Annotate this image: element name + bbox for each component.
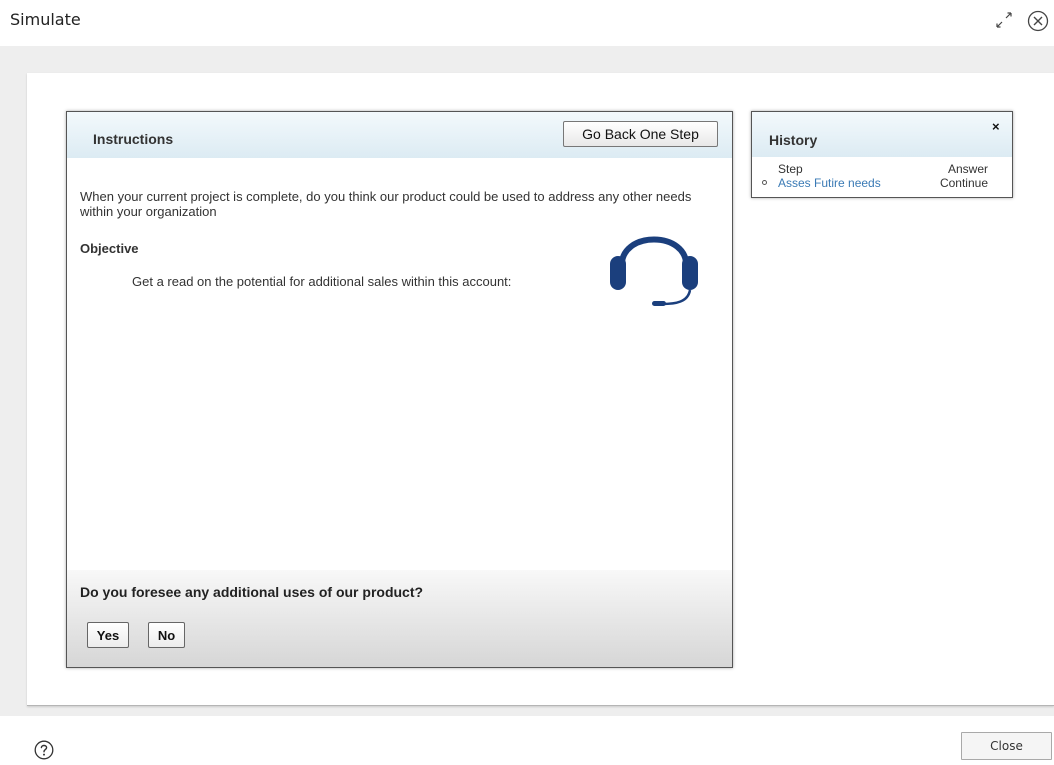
history-answer-value: Continue [939,176,988,190]
bullet-icon [762,180,767,185]
simulate-dialog: Simulate Instructions Go Back One Step W… [0,0,1054,765]
history-answer-header: Answer [947,162,988,176]
question-text: Do you foresee any additional uses of ou… [80,584,424,600]
close-circle-icon[interactable] [1027,10,1049,32]
instructions-panel: Instructions Go Back One Step When your … [66,111,733,668]
close-button[interactable]: Close [961,732,1052,760]
objective-label: Objective [80,241,139,256]
help-circle-icon[interactable] [34,740,54,760]
simulation-canvas: Instructions Go Back One Step When your … [27,73,1054,706]
objective-text: Get a read on the potential for addition… [132,274,512,289]
go-back-button[interactable]: Go Back One Step [563,121,718,147]
history-header: History × [752,112,1012,157]
expand-icon[interactable] [995,11,1013,29]
history-step-header: Step [778,162,803,176]
headset-icon [610,236,698,306]
dialog-title: Simulate [10,10,81,29]
history-step-link[interactable]: Asses Futire needs [778,176,881,190]
instructions-title: Instructions [93,131,174,147]
dialog-header: Simulate [0,0,1054,46]
no-button[interactable]: No [148,622,185,648]
simulation-frame: Instructions Go Back One Step When your … [0,46,1054,716]
instructions-header: Instructions Go Back One Step [67,112,732,158]
history-panel: History × Step Answer Asses Futire needs… [751,111,1013,198]
question-area: Do you foresee any additional uses of ou… [67,570,732,667]
history-title: History [769,132,818,148]
history-close-icon[interactable]: × [992,119,1000,134]
yes-button[interactable]: Yes [87,622,129,648]
